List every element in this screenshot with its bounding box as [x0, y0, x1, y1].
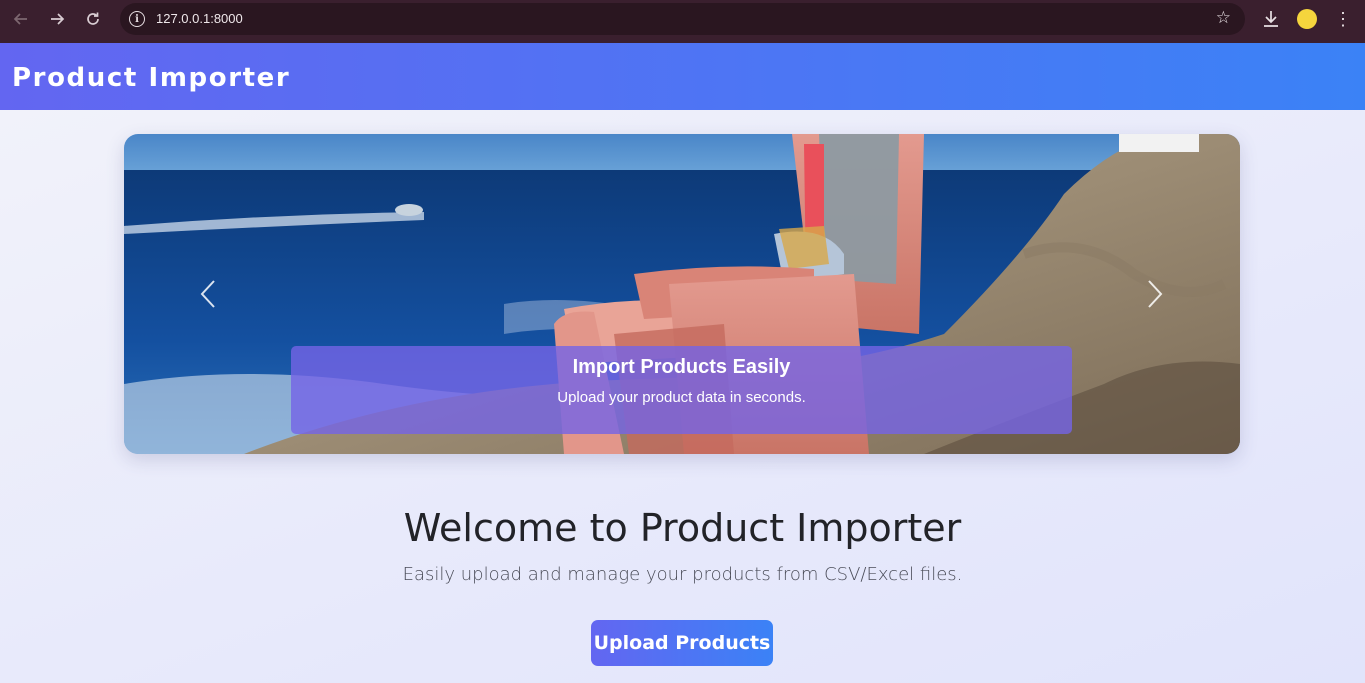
welcome-title: Welcome to Product Importer	[403, 506, 962, 550]
caption-text: Upload your product data in seconds.	[557, 389, 806, 406]
browser-toolbar: i 127.0.0.1:8000 ☆ ⋮	[0, 0, 1365, 43]
forward-arrow-icon[interactable]	[44, 8, 70, 30]
kebab-menu-icon[interactable]: ⋮	[1333, 8, 1353, 30]
download-icon[interactable]	[1261, 8, 1281, 30]
app-header: Product Importer	[0, 43, 1365, 110]
url-text[interactable]: 127.0.0.1:8000	[156, 11, 243, 26]
carousel-prev-button[interactable]	[193, 274, 223, 314]
back-arrow-icon[interactable]	[8, 8, 34, 30]
star-icon[interactable]: ☆	[1216, 8, 1231, 28]
upload-products-button[interactable]: Upload Products	[591, 620, 773, 666]
address-bar[interactable]: i 127.0.0.1:8000 ☆	[120, 3, 1245, 35]
hero-carousel: Import Products Easily Upload your produ…	[124, 134, 1240, 454]
carousel-next-button[interactable]	[1140, 274, 1170, 314]
welcome-subtitle: Easily upload and manage your products f…	[402, 564, 963, 585]
brand-title[interactable]: Product Importer	[12, 63, 290, 93]
reload-icon[interactable]	[80, 8, 106, 30]
profile-avatar[interactable]	[1297, 9, 1317, 29]
chevron-right-icon	[1148, 280, 1163, 308]
chevron-left-icon	[200, 280, 215, 308]
caption-title: Import Products Easily	[572, 356, 791, 378]
site-info-icon[interactable]: i	[129, 11, 145, 27]
slide-caption: Import Products Easily Upload your produ…	[291, 346, 1072, 434]
